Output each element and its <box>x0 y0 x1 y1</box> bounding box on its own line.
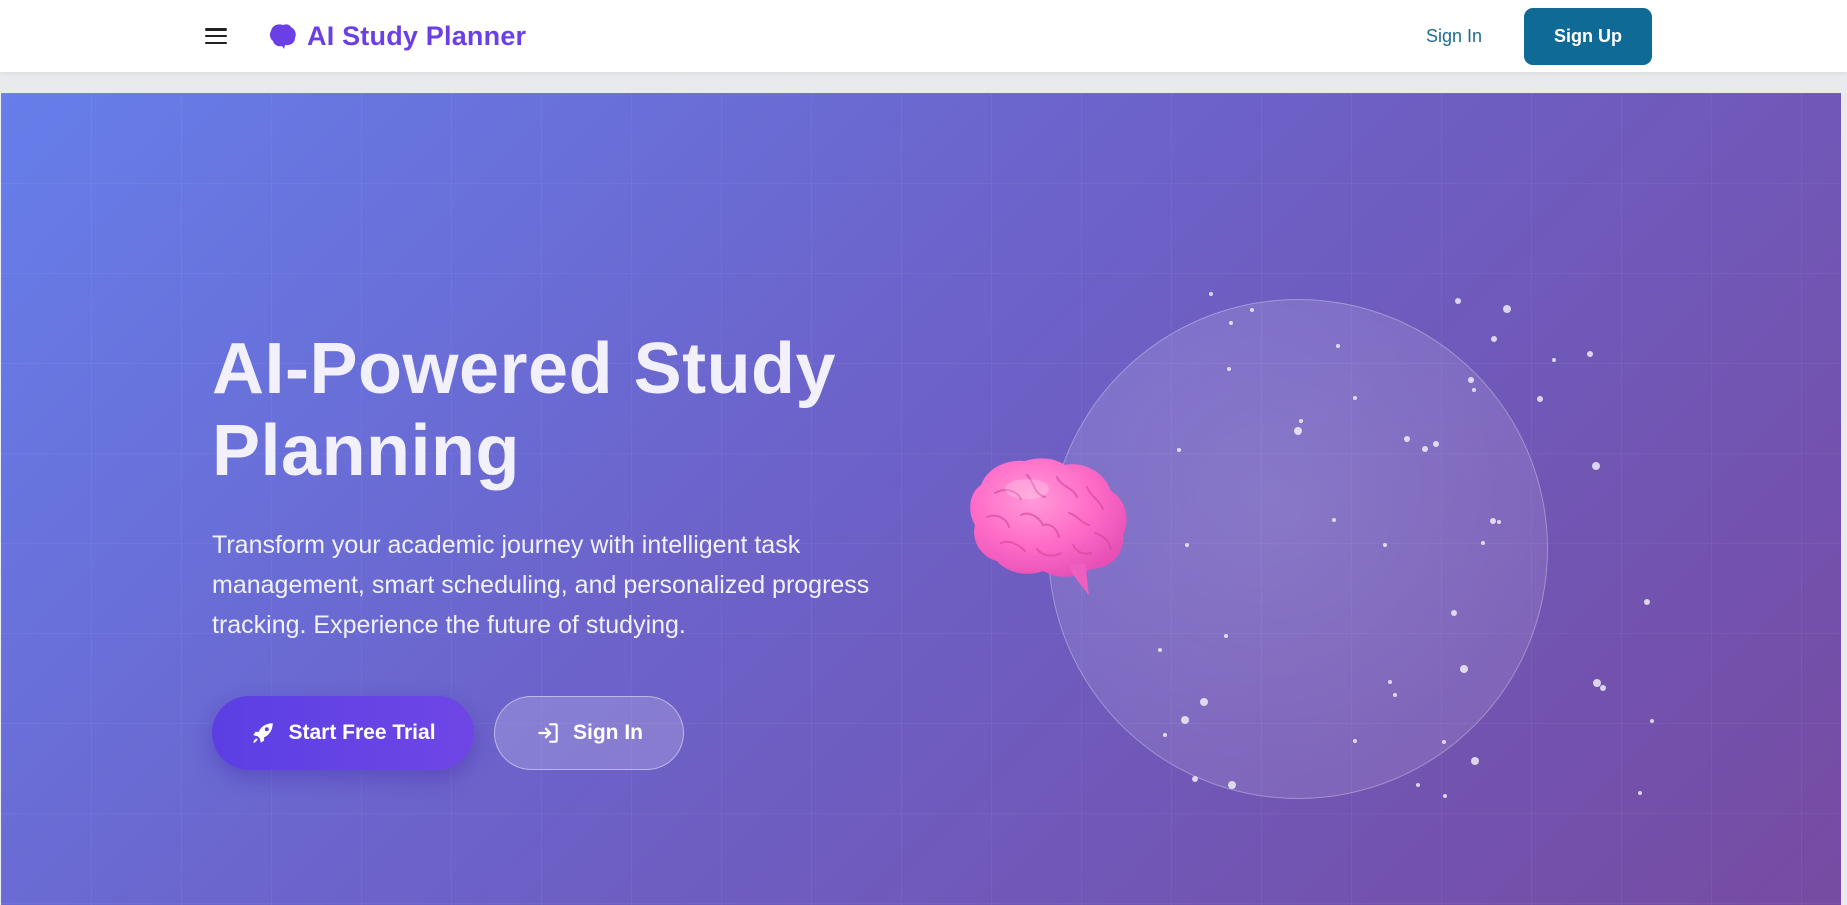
brand-name: AI Study Planner <box>307 20 527 51</box>
brand-logo[interactable]: AI Study Planner <box>269 21 526 52</box>
brain-illustration <box>970 458 1127 595</box>
navbar-left: AI Study Planner <box>205 21 526 52</box>
top-navbar: AI Study Planner Sign In Sign Up <box>0 0 1847 72</box>
particles-decoration <box>1158 292 1654 798</box>
navbar-inner: AI Study Planner Sign In Sign Up <box>205 0 1652 72</box>
brain-icon <box>269 24 296 49</box>
hamburger-menu-icon[interactable] <box>205 28 227 44</box>
hero-section: AI-Powered Study Planning Transform your… <box>1 93 1841 905</box>
sign-up-button[interactable]: Sign Up <box>1524 7 1652 65</box>
navbar-right: Sign In Sign Up <box>1426 7 1652 65</box>
sign-in-link[interactable]: Sign In <box>1426 26 1482 47</box>
